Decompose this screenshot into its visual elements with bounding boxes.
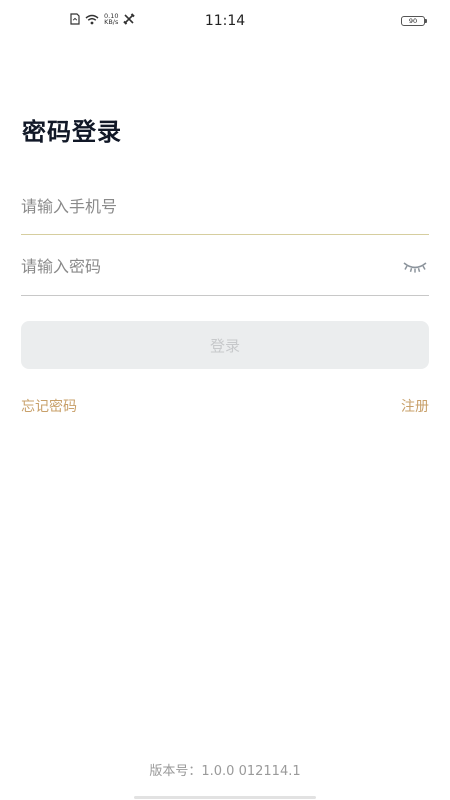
eye-closed-icon[interactable] xyxy=(401,256,429,276)
battery-icon: 90 xyxy=(401,16,427,26)
register-link[interactable]: 注册 xyxy=(401,396,429,416)
phone-field xyxy=(21,184,429,228)
battery-level: 90 xyxy=(408,17,418,25)
forgot-password-link[interactable]: 忘记密码 xyxy=(21,396,77,416)
password-input[interactable] xyxy=(21,244,429,288)
status-bar: 0.10 KB/s 11:14 90 xyxy=(0,0,450,44)
phone-input[interactable] xyxy=(21,184,429,228)
password-underline xyxy=(21,295,429,296)
version-label: 版本号：1.0.0 012114.1 xyxy=(149,764,301,779)
phone-underline xyxy=(21,234,429,235)
page-title: 密码登录 xyxy=(22,118,122,146)
status-time: 11:14 xyxy=(204,13,246,29)
login-button[interactable]: 登录 xyxy=(21,321,429,369)
password-field xyxy=(21,244,429,288)
battery-tip xyxy=(425,19,427,23)
login-screen: 0.10 KB/s 11:14 90 密码登录 请输入手机号 登录 忘记密码 注… xyxy=(0,0,450,800)
home-indicator[interactable] xyxy=(134,796,316,799)
